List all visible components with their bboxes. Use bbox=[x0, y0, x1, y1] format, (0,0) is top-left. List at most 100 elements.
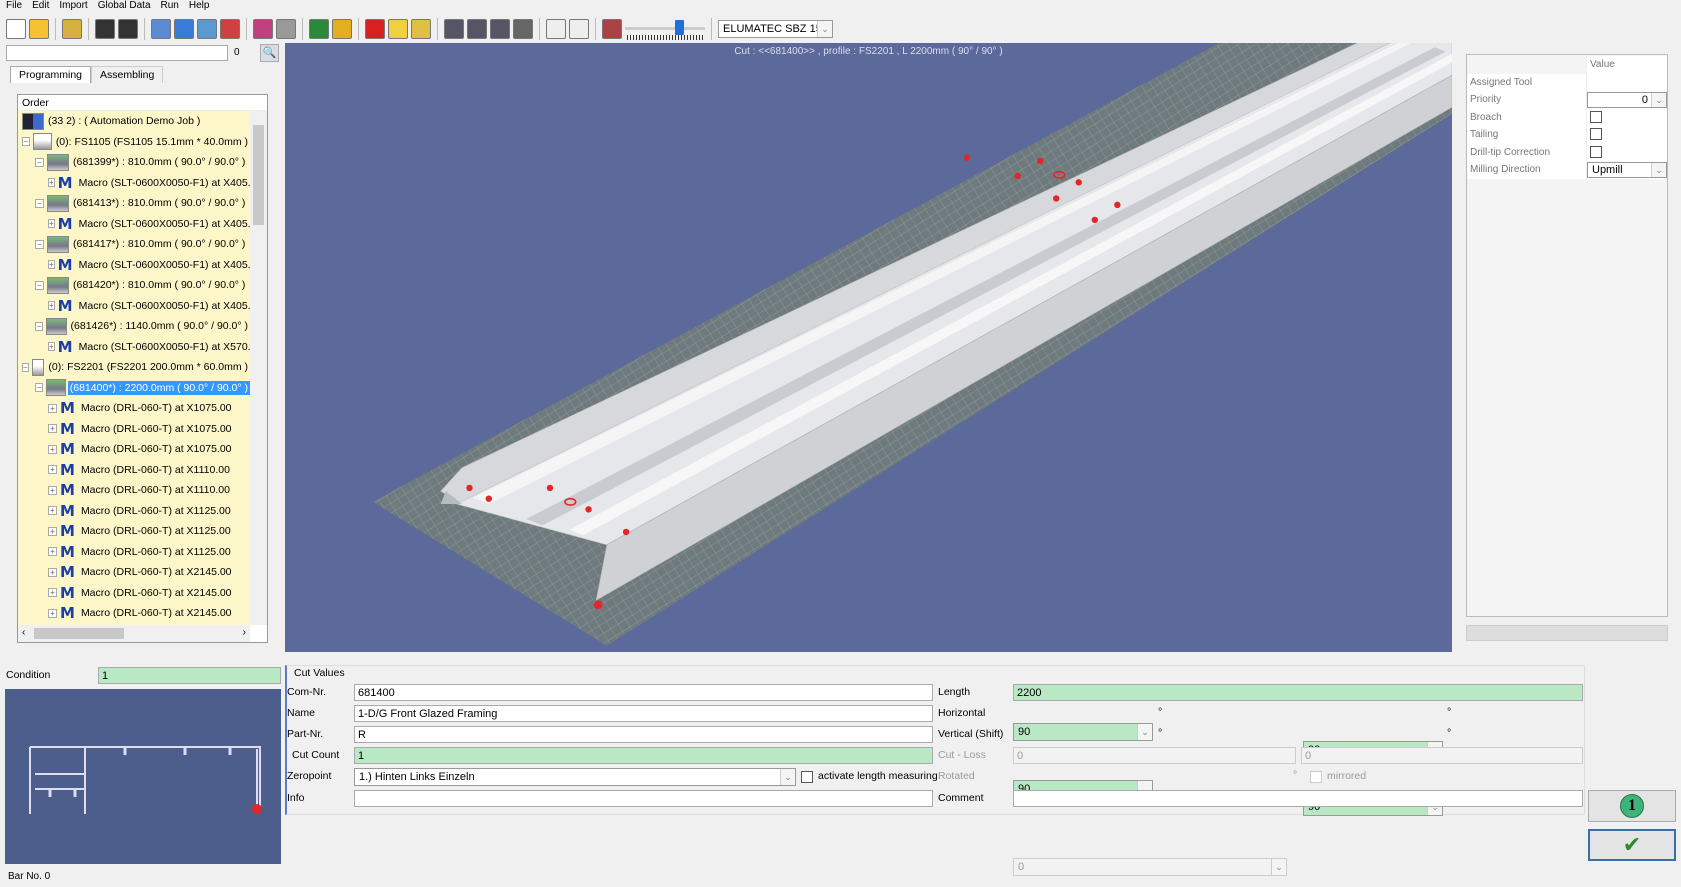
menu-edit[interactable]: Edit bbox=[32, 0, 49, 12]
cut-loss-right-input[interactable] bbox=[1301, 747, 1583, 764]
zoom-slider[interactable] bbox=[625, 18, 705, 40]
nc-file-icon[interactable] bbox=[546, 18, 566, 39]
tree-item[interactable]: + M Macro (DRL-060-T) at X1075.00 bbox=[18, 419, 250, 440]
tree-item[interactable]: + M Macro (DRL-060-T) at X1075.00 bbox=[18, 439, 250, 460]
tree-item[interactable]: + M Macro (SLT-0600X0050-F1) at X405.00 bbox=[18, 173, 250, 194]
tree-item[interactable]: (33 2) : ( Automation Demo Job ) bbox=[18, 111, 250, 132]
expand-icon[interactable]: + bbox=[48, 301, 55, 311]
machine-p-icon[interactable] bbox=[490, 18, 510, 39]
cut-count-button[interactable]: 1 bbox=[1588, 790, 1676, 822]
condition-input[interactable] bbox=[98, 667, 281, 684]
machine-m-icon[interactable] bbox=[467, 18, 487, 39]
collapse-icon[interactable]: − bbox=[35, 157, 44, 167]
tab-programming[interactable]: Programming bbox=[10, 66, 92, 83]
collapse-icon[interactable]: − bbox=[22, 137, 30, 147]
tree-item[interactable]: + M Macro (DRL-060-T) at X1125.00 bbox=[18, 501, 250, 522]
expand-icon[interactable]: + bbox=[48, 526, 57, 536]
tree-item[interactable]: − (681399*) : 810.0mm ( 90.0° / 90.0° ) bbox=[18, 152, 250, 173]
tree-item[interactable]: + M Macro (DRL-060-T) at X1110.00 bbox=[18, 480, 250, 501]
tree-item[interactable]: − (681426*) : 1140.0mm ( 90.0° / 90.0° ) bbox=[18, 316, 250, 337]
export-icon[interactable] bbox=[602, 18, 622, 39]
3d-viewport[interactable]: Cut : <<681400>> , profile : FS2201 , L … bbox=[285, 37, 1453, 652]
machine-t-icon[interactable] bbox=[444, 18, 464, 39]
collapse-icon[interactable]: − bbox=[22, 362, 29, 372]
tree-item[interactable]: + M Macro (SLT-0600X0050-F1) at X405.00 bbox=[18, 296, 250, 317]
rotated-select[interactable]: 0 ⌄ bbox=[1013, 858, 1287, 876]
property-checkbox[interactable] bbox=[1590, 145, 1602, 158]
length-input[interactable] bbox=[1013, 684, 1583, 701]
cut-loss-left-input[interactable] bbox=[1013, 747, 1296, 764]
tree-item[interactable]: − (0): FS1105 (FS1105 15.1mm * 40.0mm ) bbox=[18, 132, 250, 153]
info-input[interactable] bbox=[354, 790, 933, 807]
cad-icon[interactable] bbox=[253, 18, 273, 39]
expand-icon[interactable]: + bbox=[48, 260, 55, 270]
search-icon[interactable]: 🔍 bbox=[260, 44, 279, 62]
expand-icon[interactable]: + bbox=[48, 506, 57, 516]
horizontal-left-select[interactable]: 90 ⌄ bbox=[1013, 723, 1153, 741]
layout-icon[interactable] bbox=[151, 18, 171, 39]
menu-file[interactable]: File bbox=[6, 0, 22, 12]
tree-item[interactable]: + M Macro (DRL-060-T) at X2145.00 bbox=[18, 562, 250, 583]
tree-vertical-scrollbar[interactable] bbox=[250, 111, 267, 625]
import-xml-icon[interactable] bbox=[62, 18, 82, 39]
tree-item[interactable]: − (681400*) : 2200.0mm ( 90.0° / 90.0° ) bbox=[18, 378, 250, 399]
zoom-icon[interactable] bbox=[197, 18, 217, 39]
com-nr-input[interactable] bbox=[354, 684, 933, 701]
delete-icon[interactable] bbox=[365, 18, 385, 39]
doc-icon[interactable] bbox=[411, 18, 431, 39]
grid-icon[interactable] bbox=[276, 18, 296, 39]
tree-item[interactable]: + M Macro (DRL-060-T) at X1125.00 bbox=[18, 542, 250, 563]
menu-help[interactable]: Help bbox=[189, 0, 210, 12]
search-input[interactable] bbox=[6, 45, 228, 61]
pp-file-icon[interactable] bbox=[569, 18, 589, 39]
menu-import[interactable]: Import bbox=[59, 0, 87, 12]
name-input[interactable] bbox=[354, 705, 933, 722]
cut-count-input[interactable] bbox=[354, 747, 933, 764]
collapse-icon[interactable]: − bbox=[35, 198, 44, 208]
machine-select[interactable]: ELUMATEC SBZ 150 ⌄ bbox=[718, 19, 833, 38]
tree-item[interactable]: + M Macro (SLT-0600X0050-F1) at X405.00 bbox=[18, 255, 250, 276]
tree-horizontal-scrollbar[interactable]: ‹ › bbox=[18, 625, 250, 642]
pencil-icon[interactable] bbox=[388, 18, 408, 39]
collapse-icon[interactable]: − bbox=[35, 321, 44, 331]
expand-icon[interactable]: + bbox=[48, 485, 57, 495]
new-file-icon[interactable] bbox=[6, 18, 26, 39]
tab-assembling[interactable]: Assembling bbox=[91, 66, 164, 83]
hand-icon[interactable] bbox=[332, 18, 352, 39]
tree-item[interactable]: + M Macro (DRL-060-T) at X1125.00 bbox=[18, 521, 250, 542]
comment-input[interactable] bbox=[1013, 790, 1583, 807]
add-icon[interactable] bbox=[174, 18, 194, 39]
tree-item[interactable]: − (0): FS2201 (FS2201 200.0mm * 60.0mm ) bbox=[18, 357, 250, 378]
property-checkbox[interactable] bbox=[1590, 128, 1602, 140]
collapse-icon[interactable]: − bbox=[35, 239, 44, 249]
tree-item[interactable]: − (681413*) : 810.0mm ( 90.0° / 90.0° ) bbox=[18, 193, 250, 214]
expand-icon[interactable]: + bbox=[48, 547, 57, 557]
confirm-button[interactable]: ✔ bbox=[1588, 829, 1676, 861]
tree-item[interactable]: + M Macro (DRL-060-T) at X2145.00 bbox=[18, 583, 250, 604]
property-select[interactable]: Upmill ⌄ bbox=[1587, 162, 1667, 178]
collapse-icon[interactable]: − bbox=[35, 280, 44, 290]
mirrored-checkbox[interactable] bbox=[1310, 771, 1322, 783]
tree-item[interactable]: + M Macro (DRL-060-T) at X2145.00 bbox=[18, 603, 250, 624]
expand-icon[interactable]: + bbox=[48, 424, 57, 434]
expand-icon[interactable]: + bbox=[48, 588, 57, 598]
expand-icon[interactable]: + bbox=[48, 465, 57, 475]
activate-length-checkbox[interactable] bbox=[801, 771, 813, 783]
tree-item[interactable]: + M Macro (SLT-0600X0050-F1) at X570.00 bbox=[18, 337, 250, 358]
save-icon[interactable] bbox=[95, 18, 115, 39]
tree-item[interactable]: − (681420*) : 810.0mm ( 90.0° / 90.0° ) bbox=[18, 275, 250, 296]
expand-icon[interactable]: + bbox=[48, 342, 55, 352]
transform-icon[interactable] bbox=[220, 18, 240, 39]
rotate-icon[interactable] bbox=[309, 18, 329, 39]
part-nr-input[interactable] bbox=[354, 726, 933, 743]
open-folder-icon[interactable] bbox=[29, 18, 49, 39]
property-spinner[interactable]: 0 ⌄ bbox=[1587, 92, 1667, 108]
menu-run[interactable]: Run bbox=[161, 0, 179, 12]
expand-icon[interactable]: + bbox=[48, 403, 57, 413]
property-checkbox[interactable] bbox=[1590, 110, 1602, 123]
tool-icon[interactable] bbox=[513, 18, 533, 39]
expand-icon[interactable]: + bbox=[48, 219, 55, 229]
collapse-icon[interactable]: − bbox=[35, 383, 44, 393]
menu-global-data[interactable]: Global Data bbox=[98, 0, 151, 12]
expand-icon[interactable]: + bbox=[48, 178, 55, 188]
